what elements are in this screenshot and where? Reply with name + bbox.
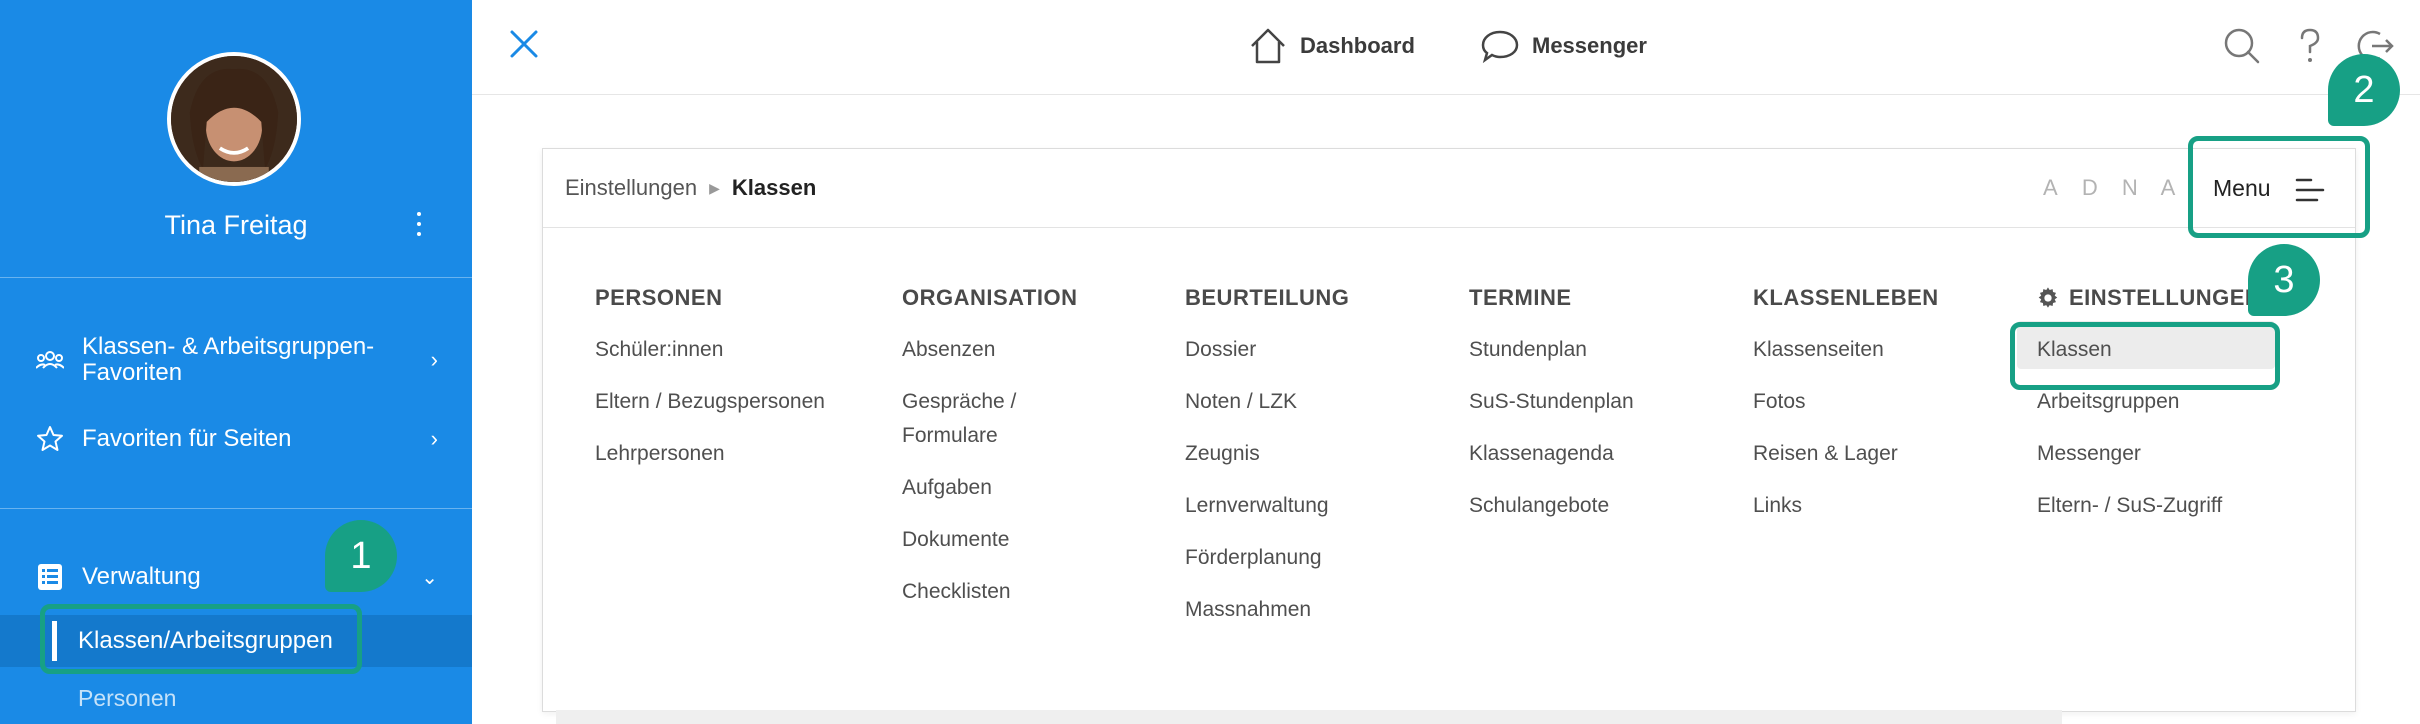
settings-menu-card: Einstellungen ▶ Klassen A D N A Menu PER… xyxy=(542,148,2356,712)
sidebar-item-label: Verwaltung xyxy=(82,563,201,590)
chevron-down-icon: ⌄ xyxy=(421,566,438,589)
menu-item-class-pages[interactable]: Klassenseiten xyxy=(1753,333,1939,367)
menu-item-checklists[interactable]: Checklisten xyxy=(902,575,1077,609)
sidebar-item-label: Favoriten für Seiten xyxy=(82,425,292,452)
card-header: Einstellungen ▶ Klassen A D N A Menu xyxy=(543,149,2355,228)
menu-item-tasks[interactable]: Aufgaben xyxy=(902,471,1077,505)
menu-item-support-planning[interactable]: Förderplanung xyxy=(1185,541,1349,575)
gear-icon xyxy=(2038,287,2058,308)
close-icon[interactable] xyxy=(508,28,540,60)
chevron-right-icon: › xyxy=(430,426,438,451)
breadcrumb-separator-icon: ▶ xyxy=(709,179,720,196)
sidebar-divider xyxy=(0,277,472,278)
menu-item-workgroups[interactable]: Arbeitsgruppen xyxy=(2037,385,2261,419)
menu-item-learning-admin[interactable]: Lernverwaltung xyxy=(1185,489,1349,523)
callout-highlight-menu xyxy=(2188,136,2370,238)
callout-highlight-sidebar xyxy=(40,604,362,674)
search-icon[interactable] xyxy=(2222,26,2262,66)
callout-badge: 2 xyxy=(2328,54,2400,126)
nav-messenger[interactable]: Messenger xyxy=(1480,26,1647,66)
menu-column-schedule: TERMINE Stundenplan SuS-Stundenplan Klas… xyxy=(1469,285,1634,541)
user-name: Tina Freitag xyxy=(164,210,308,240)
menu-item-parent-access[interactable]: Eltern- / SuS-Zugriff xyxy=(2037,489,2261,523)
menu-item-links[interactable]: Links xyxy=(1753,489,1939,523)
menu-item-parents[interactable]: Eltern / Bezugspersonen xyxy=(595,385,825,419)
content-panel-edge xyxy=(556,710,2062,724)
menu-item-teachers[interactable]: Lehrpersonen xyxy=(595,437,825,471)
callout-badge: 3 xyxy=(2248,244,2320,316)
menu-item-report[interactable]: Zeugnis xyxy=(1185,437,1349,471)
letter-button[interactable]: N xyxy=(2122,175,2138,200)
callout-highlight-classes xyxy=(2010,322,2280,390)
menu-item-school-offers[interactable]: Schulangebote xyxy=(1469,489,1634,523)
menu-column-heading: BEURTEILUNG xyxy=(1185,285,1350,310)
nav-messenger-label: Messenger xyxy=(1532,33,1647,58)
sidebar-item-label: Klassen- & Arbeitsgruppen-Favoriten xyxy=(82,333,375,386)
sidebar-item-class-favorites[interactable]: Klassen- & Arbeitsgruppen-Favoriten › xyxy=(36,330,446,390)
menu-item-timetable[interactable]: Stundenplan xyxy=(1469,333,1634,367)
menu-item-measures[interactable]: Massnahmen xyxy=(1185,593,1349,627)
menu-item-class-agenda[interactable]: Klassenagenda xyxy=(1469,437,1634,471)
chevron-right-icon: › xyxy=(430,347,438,372)
menu-item-trips[interactable]: Reisen & Lager xyxy=(1753,437,1939,471)
menu-column-heading: KLASSENLEBEN xyxy=(1753,285,1939,310)
callout-badge: 1 xyxy=(325,520,397,592)
sidebar-divider xyxy=(0,508,472,509)
help-icon[interactable] xyxy=(2290,26,2330,66)
menu-column-heading: EINSTELLUNGEN xyxy=(2037,285,2261,311)
menu-column-class-life: KLASSENLEBEN Klassenseiten Fotos Reisen … xyxy=(1753,285,1939,541)
avatar-photo xyxy=(171,56,297,182)
letter-button[interactable]: A xyxy=(2161,175,2176,200)
home-icon xyxy=(1251,28,1285,64)
letter-button[interactable]: D xyxy=(2082,175,2098,200)
user-avatar[interactable] xyxy=(167,52,301,186)
nav-dashboard[interactable]: Dashboard xyxy=(1248,26,1415,66)
menu-column-persons: PERSONEN Schüler:innen Eltern / Bezugspe… xyxy=(595,285,825,489)
sidebar-subitem-persons[interactable]: Personen xyxy=(78,685,176,712)
menu-item-messenger[interactable]: Messenger xyxy=(2037,437,2261,471)
menu-item-photos[interactable]: Fotos xyxy=(1753,385,1939,419)
star-icon xyxy=(37,426,63,451)
menu-column-heading: ORGANISATION xyxy=(902,285,1078,310)
breadcrumb: Einstellungen ▶ Klassen xyxy=(565,175,816,201)
chat-bubble-icon xyxy=(1481,30,1519,64)
nav-dashboard-label: Dashboard xyxy=(1300,33,1415,58)
list-icon xyxy=(38,564,62,590)
breadcrumb-parent[interactable]: Einstellungen xyxy=(565,175,697,201)
menu-item-grades[interactable]: Noten / LZK xyxy=(1185,385,1349,419)
menu-item-conversations[interactable]: Gespräche / Formulare xyxy=(902,385,1062,453)
font-size-controls: A D N A xyxy=(2043,175,2193,201)
menu-column-heading: PERSONEN xyxy=(595,285,723,310)
menu-column-assessment: BEURTEILUNG Dossier Noten / LZK Zeugnis … xyxy=(1185,285,1349,645)
letter-button[interactable]: A xyxy=(2043,175,2058,200)
user-menu-icon[interactable] xyxy=(415,212,423,238)
menu-item-student-timetable[interactable]: SuS-Stundenplan xyxy=(1469,385,1634,419)
menu-column-organisation: ORGANISATION Absenzen Gespräche / Formul… xyxy=(902,285,1077,627)
menu-column-heading: TERMINE xyxy=(1469,285,1572,310)
menu-column-heading-label: EINSTELLUNGEN xyxy=(2069,285,2262,310)
group-icon xyxy=(36,351,64,369)
top-bar xyxy=(472,0,2420,95)
menu-item-students[interactable]: Schüler:innen xyxy=(595,333,825,367)
sidebar-item-page-favorites[interactable]: Favoriten für Seiten › xyxy=(36,424,446,454)
breadcrumb-current: Klassen xyxy=(731,175,817,200)
menu-item-absences[interactable]: Absenzen xyxy=(902,333,1077,367)
menu-item-dossier[interactable]: Dossier xyxy=(1185,333,1349,367)
menu-item-documents[interactable]: Dokumente xyxy=(902,523,1077,557)
